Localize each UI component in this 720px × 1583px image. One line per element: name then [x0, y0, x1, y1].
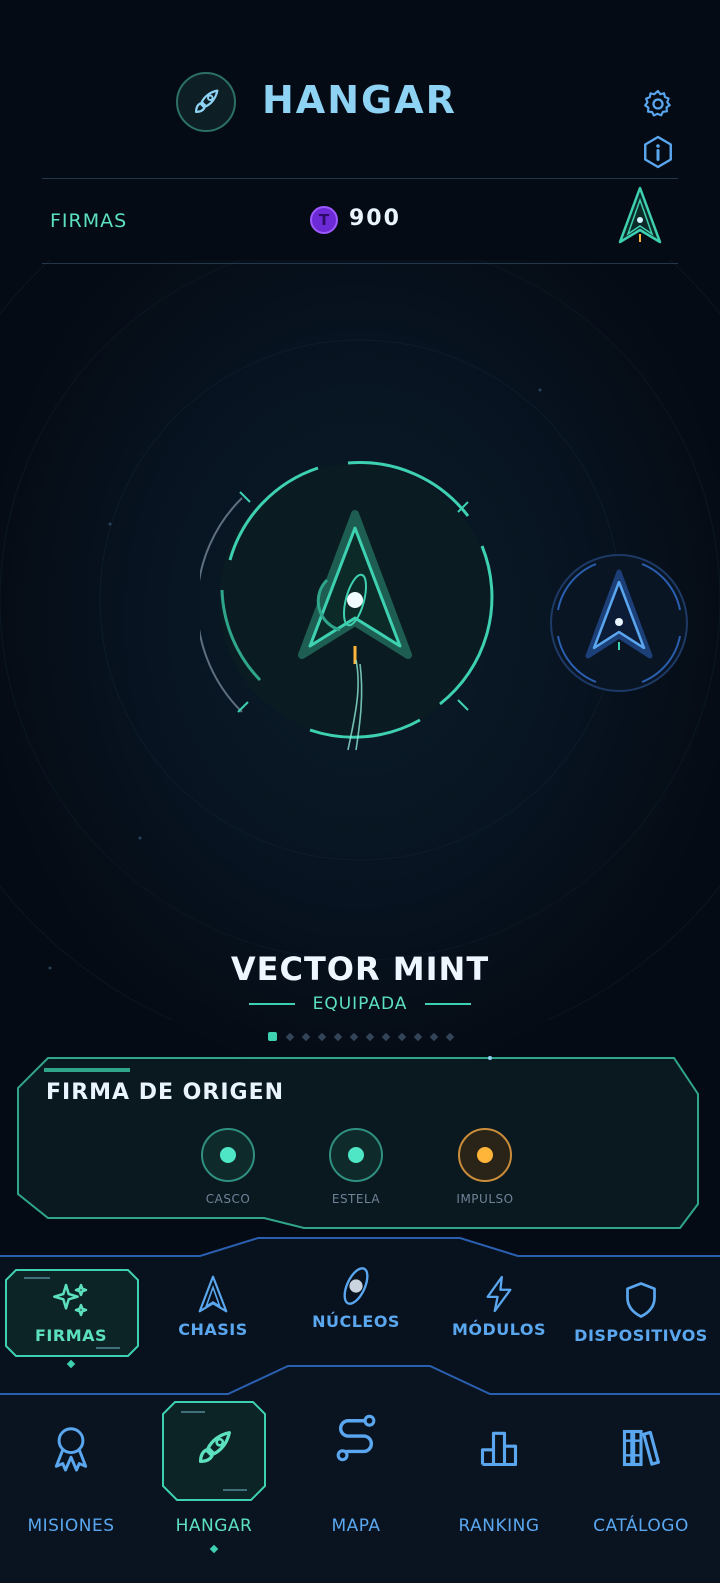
next-ship-preview[interactable] — [546, 550, 692, 696]
status-line-left — [248, 1003, 295, 1005]
slot-estela-core — [348, 1147, 364, 1163]
route-icon — [333, 1408, 379, 1468]
slot-casco-core — [220, 1147, 236, 1163]
carousel-dot[interactable] — [381, 1032, 390, 1041]
nav-misiones-label: MISIONES — [27, 1516, 115, 1536]
slot-casco-ring — [201, 1128, 255, 1182]
nav-catalogo[interactable]: CATÁLOGO — [571, 1418, 711, 1536]
ship-status-row: EQUIPADA — [0, 994, 720, 1014]
firma-card-title: FIRMA DE ORIGEN — [46, 1080, 285, 1105]
sparkle-icon — [51, 1278, 91, 1322]
category-chasis[interactable]: CHASIS — [143, 1272, 283, 1339]
category-chasis-label: CHASIS — [178, 1320, 248, 1339]
currency-label: FIRMAS — [50, 210, 128, 232]
slot-impulso-label: IMPULSO — [456, 1192, 514, 1206]
carousel-dot[interactable] — [445, 1032, 454, 1041]
carousel-dot[interactable] — [333, 1032, 342, 1041]
nav-misiones[interactable]: MISIONES — [1, 1418, 141, 1536]
nav-hangar[interactable]: HANGAR — [144, 1418, 284, 1536]
carousel-dots[interactable] — [0, 1032, 720, 1041]
slot-impulso[interactable]: IMPULSO — [425, 1128, 545, 1206]
slot-casco[interactable]: CASCO — [168, 1128, 288, 1206]
coin-icon: T — [310, 206, 338, 234]
slot-estela-ring — [329, 1128, 383, 1182]
info-hex-icon — [644, 135, 672, 169]
hangar-logo — [176, 72, 236, 132]
ship-name: VECTOR MINT — [230, 950, 490, 988]
gear-icon — [644, 89, 671, 117]
slot-estela[interactable]: ESTELA — [296, 1128, 416, 1206]
nav-mapa-label: MAPA — [331, 1516, 381, 1536]
currency-amount: 900 — [349, 206, 401, 231]
carousel-dot[interactable] — [365, 1032, 374, 1041]
slot-impulso-ring — [458, 1128, 512, 1182]
medal-icon — [49, 1418, 93, 1478]
ship-arrow-icon[interactable] — [616, 184, 664, 248]
category-firmas[interactable]: FIRMAS — [1, 1278, 141, 1345]
nav-ranking[interactable]: RANKING — [429, 1418, 569, 1536]
slot-estela-label: ESTELA — [331, 1192, 381, 1206]
rocket-icon — [194, 89, 219, 114]
carousel-dot[interactable] — [317, 1032, 326, 1041]
shield-icon — [623, 1278, 659, 1322]
carousel-dot[interactable] — [397, 1032, 406, 1041]
nav-hangar-label: HANGAR — [175, 1516, 253, 1536]
nav-mapa[interactable]: MAPA — [286, 1408, 426, 1536]
category-modulos-label: MÓDULOS — [451, 1320, 547, 1339]
slot-casco-label: CASCO — [205, 1192, 251, 1206]
category-modulos[interactable]: MÓDULOS — [429, 1272, 569, 1339]
category-dispositivos[interactable]: DISPOSITIVOS — [571, 1278, 711, 1345]
carousel-dot[interactable] — [301, 1032, 310, 1041]
category-nucleos[interactable]: NÚCLEOS — [286, 1264, 426, 1331]
coin-symbol: T — [318, 211, 330, 229]
category-dispositivos-label: DISPOSITIVOS — [574, 1326, 708, 1345]
header-divider — [42, 178, 678, 179]
status-line-right — [425, 1003, 472, 1005]
info-button[interactable] — [640, 134, 676, 170]
core-orbit-icon — [338, 1264, 374, 1308]
carousel-dot[interactable] — [413, 1032, 422, 1041]
settings-button[interactable] — [640, 86, 676, 122]
currency-divider — [42, 263, 678, 264]
rocket-icon — [191, 1418, 237, 1478]
books-icon — [619, 1418, 663, 1478]
category-nucleos-label: NÚCLEOS — [312, 1312, 400, 1331]
page-title: HANGAR — [262, 78, 457, 122]
nav-catalogo-label: CATÁLOGO — [593, 1516, 689, 1536]
nav-ranking-label: RANKING — [458, 1516, 540, 1536]
carousel-dot[interactable] — [349, 1032, 358, 1041]
ship-status: EQUIPADA — [312, 994, 408, 1014]
ship-arrow-icon — [196, 1272, 230, 1316]
category-firmas-label: FIRMAS — [34, 1326, 108, 1345]
carousel-dot[interactable] — [267, 1032, 277, 1041]
bar-chart-icon — [477, 1418, 521, 1478]
slot-impulso-core — [477, 1147, 493, 1163]
lightning-icon — [482, 1272, 516, 1316]
carousel-dot[interactable] — [429, 1032, 438, 1041]
carousel-dot[interactable] — [285, 1032, 294, 1041]
main-ship-display[interactable] — [200, 450, 510, 770]
